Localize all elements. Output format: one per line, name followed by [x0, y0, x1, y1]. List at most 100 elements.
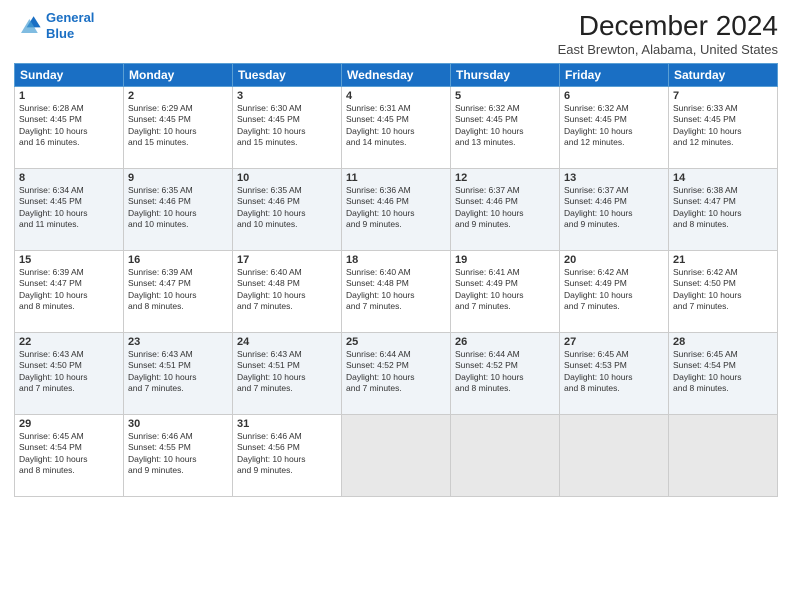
calendar-cell: 22Sunrise: 6:43 AM Sunset: 4:50 PM Dayli… — [15, 333, 124, 415]
cell-content: Sunrise: 6:32 AM Sunset: 4:45 PM Dayligh… — [455, 103, 555, 149]
logo-general: General — [46, 10, 94, 25]
calendar-cell: 2Sunrise: 6:29 AM Sunset: 4:45 PM Daylig… — [124, 87, 233, 169]
day-number: 24 — [237, 336, 337, 348]
day-number: 3 — [237, 90, 337, 102]
cell-content: Sunrise: 6:37 AM Sunset: 4:46 PM Dayligh… — [564, 185, 664, 231]
cell-content: Sunrise: 6:41 AM Sunset: 4:49 PM Dayligh… — [455, 267, 555, 313]
calendar-cell — [560, 415, 669, 497]
day-number: 26 — [455, 336, 555, 348]
day-number: 2 — [128, 90, 228, 102]
calendar-cell — [342, 415, 451, 497]
day-number: 5 — [455, 90, 555, 102]
day-number: 19 — [455, 254, 555, 266]
cell-content: Sunrise: 6:45 AM Sunset: 4:54 PM Dayligh… — [19, 431, 119, 477]
day-number: 21 — [673, 254, 773, 266]
cell-content: Sunrise: 6:42 AM Sunset: 4:49 PM Dayligh… — [564, 267, 664, 313]
header: General Blue December 2024 East Brewton,… — [14, 10, 778, 57]
calendar-cell — [451, 415, 560, 497]
cell-content: Sunrise: 6:36 AM Sunset: 4:46 PM Dayligh… — [346, 185, 446, 231]
logo-icon — [14, 12, 42, 40]
calendar-cell: 11Sunrise: 6:36 AM Sunset: 4:46 PM Dayli… — [342, 169, 451, 251]
day-number: 17 — [237, 254, 337, 266]
subtitle: East Brewton, Alabama, United States — [558, 42, 778, 57]
week-row-3: 15Sunrise: 6:39 AM Sunset: 4:47 PM Dayli… — [15, 251, 778, 333]
week-row-4: 22Sunrise: 6:43 AM Sunset: 4:50 PM Dayli… — [15, 333, 778, 415]
day-number: 4 — [346, 90, 446, 102]
col-header-saturday: Saturday — [669, 64, 778, 87]
calendar-cell: 30Sunrise: 6:46 AM Sunset: 4:55 PM Dayli… — [124, 415, 233, 497]
calendar-cell: 7Sunrise: 6:33 AM Sunset: 4:45 PM Daylig… — [669, 87, 778, 169]
col-header-friday: Friday — [560, 64, 669, 87]
calendar-cell: 3Sunrise: 6:30 AM Sunset: 4:45 PM Daylig… — [233, 87, 342, 169]
calendar-cell: 4Sunrise: 6:31 AM Sunset: 4:45 PM Daylig… — [342, 87, 451, 169]
calendar-cell: 23Sunrise: 6:43 AM Sunset: 4:51 PM Dayli… — [124, 333, 233, 415]
col-header-tuesday: Tuesday — [233, 64, 342, 87]
day-number: 12 — [455, 172, 555, 184]
day-number: 10 — [237, 172, 337, 184]
cell-content: Sunrise: 6:28 AM Sunset: 4:45 PM Dayligh… — [19, 103, 119, 149]
day-number: 1 — [19, 90, 119, 102]
logo-blue: Blue — [46, 26, 74, 41]
calendar-cell — [669, 415, 778, 497]
cell-content: Sunrise: 6:33 AM Sunset: 4:45 PM Dayligh… — [673, 103, 773, 149]
logo-text: General Blue — [46, 10, 94, 41]
day-number: 11 — [346, 172, 446, 184]
cell-content: Sunrise: 6:40 AM Sunset: 4:48 PM Dayligh… — [346, 267, 446, 313]
day-number: 27 — [564, 336, 664, 348]
calendar-cell: 25Sunrise: 6:44 AM Sunset: 4:52 PM Dayli… — [342, 333, 451, 415]
calendar-table: SundayMondayTuesdayWednesdayThursdayFrid… — [14, 63, 778, 497]
cell-content: Sunrise: 6:43 AM Sunset: 4:51 PM Dayligh… — [128, 349, 228, 395]
logo: General Blue — [14, 10, 94, 41]
calendar-cell: 28Sunrise: 6:45 AM Sunset: 4:54 PM Dayli… — [669, 333, 778, 415]
day-number: 30 — [128, 418, 228, 430]
cell-content: Sunrise: 6:38 AM Sunset: 4:47 PM Dayligh… — [673, 185, 773, 231]
calendar-cell: 18Sunrise: 6:40 AM Sunset: 4:48 PM Dayli… — [342, 251, 451, 333]
cell-content: Sunrise: 6:35 AM Sunset: 4:46 PM Dayligh… — [237, 185, 337, 231]
day-number: 25 — [346, 336, 446, 348]
cell-content: Sunrise: 6:34 AM Sunset: 4:45 PM Dayligh… — [19, 185, 119, 231]
day-number: 16 — [128, 254, 228, 266]
calendar-cell: 13Sunrise: 6:37 AM Sunset: 4:46 PM Dayli… — [560, 169, 669, 251]
cell-content: Sunrise: 6:46 AM Sunset: 4:55 PM Dayligh… — [128, 431, 228, 477]
calendar-cell: 27Sunrise: 6:45 AM Sunset: 4:53 PM Dayli… — [560, 333, 669, 415]
calendar-cell: 5Sunrise: 6:32 AM Sunset: 4:45 PM Daylig… — [451, 87, 560, 169]
calendar-cell: 15Sunrise: 6:39 AM Sunset: 4:47 PM Dayli… — [15, 251, 124, 333]
calendar-cell: 6Sunrise: 6:32 AM Sunset: 4:45 PM Daylig… — [560, 87, 669, 169]
cell-content: Sunrise: 6:46 AM Sunset: 4:56 PM Dayligh… — [237, 431, 337, 477]
calendar-cell: 10Sunrise: 6:35 AM Sunset: 4:46 PM Dayli… — [233, 169, 342, 251]
calendar-cell: 17Sunrise: 6:40 AM Sunset: 4:48 PM Dayli… — [233, 251, 342, 333]
week-row-1: 1Sunrise: 6:28 AM Sunset: 4:45 PM Daylig… — [15, 87, 778, 169]
col-header-thursday: Thursday — [451, 64, 560, 87]
calendar-cell: 21Sunrise: 6:42 AM Sunset: 4:50 PM Dayli… — [669, 251, 778, 333]
cell-content: Sunrise: 6:39 AM Sunset: 4:47 PM Dayligh… — [128, 267, 228, 313]
calendar-cell: 20Sunrise: 6:42 AM Sunset: 4:49 PM Dayli… — [560, 251, 669, 333]
cell-content: Sunrise: 6:37 AM Sunset: 4:46 PM Dayligh… — [455, 185, 555, 231]
cell-content: Sunrise: 6:31 AM Sunset: 4:45 PM Dayligh… — [346, 103, 446, 149]
cell-content: Sunrise: 6:45 AM Sunset: 4:54 PM Dayligh… — [673, 349, 773, 395]
day-number: 31 — [237, 418, 337, 430]
calendar-cell: 16Sunrise: 6:39 AM Sunset: 4:47 PM Dayli… — [124, 251, 233, 333]
cell-content: Sunrise: 6:43 AM Sunset: 4:50 PM Dayligh… — [19, 349, 119, 395]
page: General Blue December 2024 East Brewton,… — [0, 0, 792, 612]
cell-content: Sunrise: 6:42 AM Sunset: 4:50 PM Dayligh… — [673, 267, 773, 313]
day-number: 7 — [673, 90, 773, 102]
cell-content: Sunrise: 6:44 AM Sunset: 4:52 PM Dayligh… — [455, 349, 555, 395]
day-number: 22 — [19, 336, 119, 348]
main-title: December 2024 — [558, 10, 778, 42]
week-row-5: 29Sunrise: 6:45 AM Sunset: 4:54 PM Dayli… — [15, 415, 778, 497]
calendar-cell: 31Sunrise: 6:46 AM Sunset: 4:56 PM Dayli… — [233, 415, 342, 497]
calendar-cell: 1Sunrise: 6:28 AM Sunset: 4:45 PM Daylig… — [15, 87, 124, 169]
cell-content: Sunrise: 6:35 AM Sunset: 4:46 PM Dayligh… — [128, 185, 228, 231]
cell-content: Sunrise: 6:40 AM Sunset: 4:48 PM Dayligh… — [237, 267, 337, 313]
day-number: 28 — [673, 336, 773, 348]
day-number: 18 — [346, 254, 446, 266]
cell-content: Sunrise: 6:39 AM Sunset: 4:47 PM Dayligh… — [19, 267, 119, 313]
col-header-monday: Monday — [124, 64, 233, 87]
calendar-cell: 29Sunrise: 6:45 AM Sunset: 4:54 PM Dayli… — [15, 415, 124, 497]
cell-content: Sunrise: 6:30 AM Sunset: 4:45 PM Dayligh… — [237, 103, 337, 149]
calendar-cell: 26Sunrise: 6:44 AM Sunset: 4:52 PM Dayli… — [451, 333, 560, 415]
calendar-cell: 9Sunrise: 6:35 AM Sunset: 4:46 PM Daylig… — [124, 169, 233, 251]
day-number: 13 — [564, 172, 664, 184]
day-number: 6 — [564, 90, 664, 102]
cell-content: Sunrise: 6:29 AM Sunset: 4:45 PM Dayligh… — [128, 103, 228, 149]
